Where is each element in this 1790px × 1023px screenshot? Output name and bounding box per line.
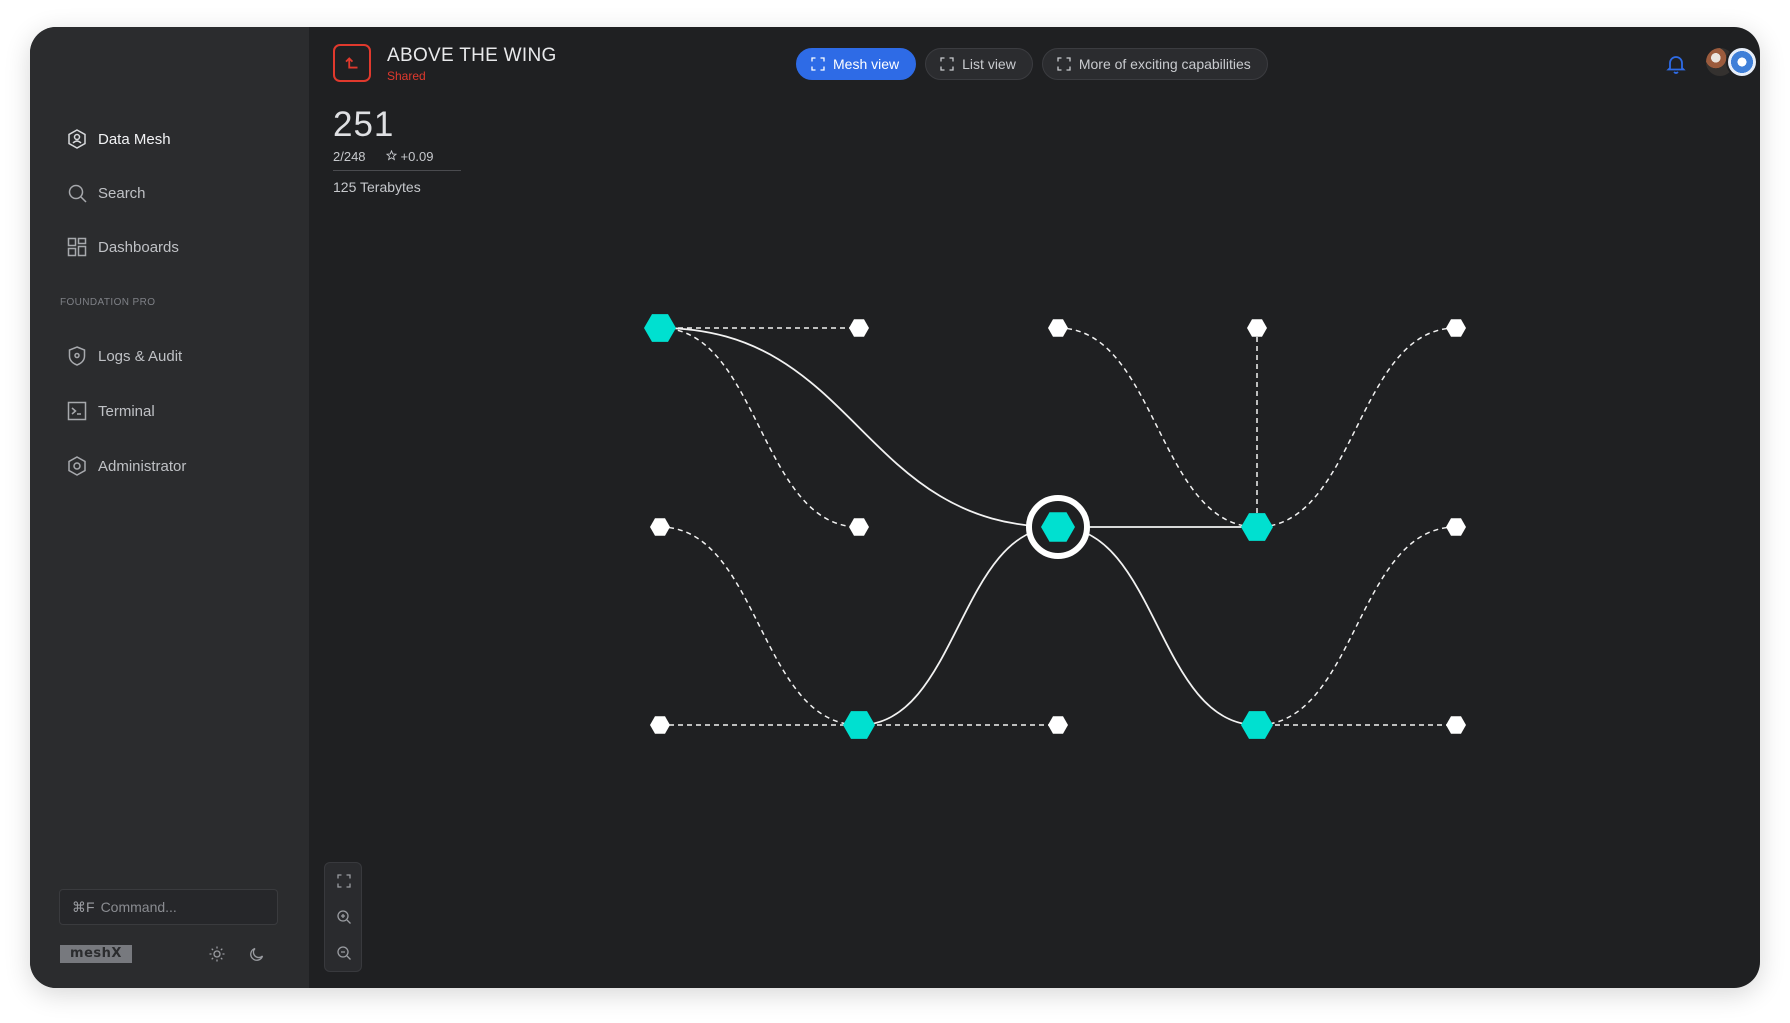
moon-icon	[250, 947, 264, 961]
dashboards-icon	[66, 236, 88, 258]
dark-mode-button[interactable]	[246, 943, 268, 965]
sidebar-item-label: Logs & Audit	[98, 347, 183, 365]
zoom-in-icon	[337, 910, 351, 924]
mesh-leaf-node[interactable]	[1446, 716, 1466, 734]
sidebar-item-label: Dashboards	[98, 238, 179, 256]
admin-gear-icon	[66, 455, 88, 477]
mesh-edge	[659, 327, 1059, 528]
section-label: FOUNDATION PRO	[60, 297, 156, 308]
sidebar-item-label: Data Mesh	[98, 130, 171, 148]
fit-screen-icon	[337, 874, 351, 888]
zoom-out-icon	[337, 946, 351, 960]
zoom-out-button[interactable]	[334, 943, 354, 963]
light-mode-button[interactable]	[206, 943, 228, 965]
mesh-leaf-node[interactable]	[1446, 518, 1466, 536]
mesh-edge	[659, 327, 860, 528]
command-placeholder: Command...	[100, 899, 177, 915]
mesh-graph	[644, 314, 1466, 739]
mesh-primary-node[interactable]	[1241, 513, 1273, 541]
mesh-hub-node[interactable]	[1026, 495, 1090, 559]
command-input[interactable]: ⌘F Command...	[59, 889, 278, 925]
mesh-leaf-node[interactable]	[1048, 716, 1068, 734]
sidebar: Data Mesh Search Dashboards FOUNDATION P…	[30, 27, 309, 988]
fit-screen-button[interactable]	[334, 871, 354, 891]
sidebar-item-search[interactable]: Search	[66, 178, 146, 208]
sidebar-item-terminal[interactable]: Terminal	[66, 396, 155, 426]
mesh-leaf-node[interactable]	[650, 518, 670, 536]
terminal-icon	[66, 400, 88, 422]
sidebar-item-administrator[interactable]: Administrator	[66, 451, 186, 481]
sidebar-item-label: Terminal	[98, 402, 155, 420]
main-area: ABOVE THE WING Shared 251 2/248 +0.09 12…	[309, 27, 1760, 988]
mesh-leaf-node[interactable]	[849, 518, 869, 536]
mesh-leaf-node[interactable]	[650, 716, 670, 734]
zoom-controls	[324, 862, 362, 972]
mesh-leaf-node[interactable]	[1048, 319, 1068, 337]
meshx-logo: meshX	[60, 945, 132, 963]
mesh-edge	[1057, 327, 1258, 528]
sidebar-item-dashboards[interactable]: Dashboards	[66, 232, 179, 262]
app-window: Data Mesh Search Dashboards FOUNDATION P…	[30, 27, 1760, 988]
mesh-edge	[659, 526, 860, 726]
mesh-edge	[1256, 526, 1457, 726]
sidebar-item-data-mesh[interactable]: Data Mesh	[66, 124, 171, 154]
data-mesh-icon	[66, 128, 88, 150]
mesh-edge	[1057, 526, 1258, 726]
mesh-leaf-node[interactable]	[1247, 319, 1267, 337]
mesh-edge	[858, 526, 1059, 726]
mesh-leaf-node[interactable]	[1446, 319, 1466, 337]
mesh-primary-node[interactable]	[644, 314, 676, 342]
command-shortcut: ⌘F	[72, 898, 95, 915]
search-icon	[66, 182, 88, 204]
mesh-primary-node[interactable]	[843, 711, 875, 739]
mesh-edge	[1256, 327, 1457, 528]
sidebar-item-logs-audit[interactable]: Logs & Audit	[66, 341, 182, 371]
mesh-leaf-node[interactable]	[849, 319, 869, 337]
shield-icon	[66, 345, 88, 367]
sidebar-item-label: Administrator	[98, 457, 187, 475]
sidebar-item-label: Search	[98, 184, 146, 202]
zoom-in-button[interactable]	[334, 907, 354, 927]
mesh-primary-node[interactable]	[1241, 711, 1273, 739]
sun-icon	[209, 946, 225, 962]
